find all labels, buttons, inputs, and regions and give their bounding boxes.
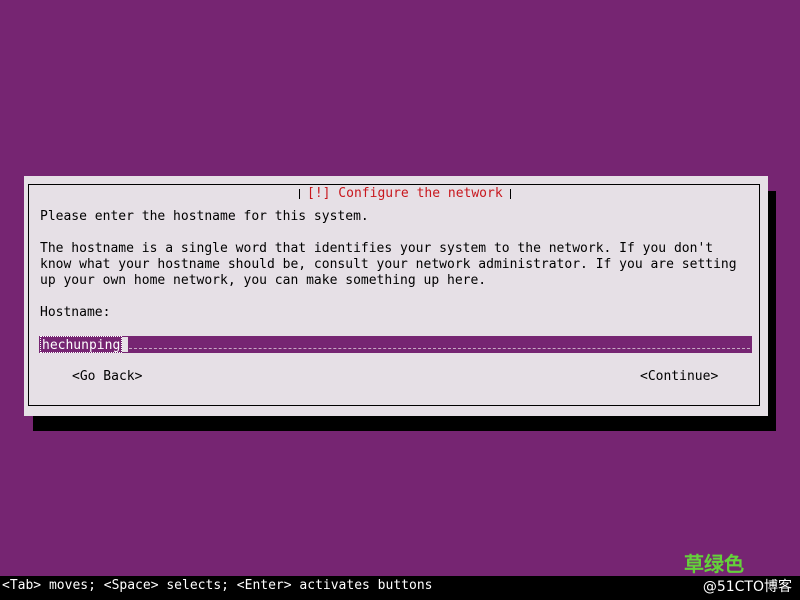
go-back-button[interactable]: <Go Back> [72,368,142,386]
hostname-label: Hostname: [40,305,111,320]
watermark-top-text: 草绿色 [684,552,744,576]
hostname-prompt: Please enter the hostname for this syste… [40,209,369,224]
hostname-input[interactable]: hechunping [39,336,752,353]
dialog-title: [!] Configure the network [299,185,511,203]
installer-screen: [!] Configure the network Please enter t… [0,0,800,600]
keyboard-help-text: <Tab> moves; <Space> selects; <Enter> ac… [2,578,433,593]
text-cursor [122,337,128,352]
configure-network-dialog: [!] Configure the network Please enter t… [24,176,768,416]
hostname-input-value[interactable]: hechunping [40,336,123,353]
input-underline [129,348,750,349]
watermark-bottom-text: @51CTO博客 [702,579,792,595]
continue-button[interactable]: <Continue> [640,368,718,386]
hostname-description: The hostname is a single word that ident… [40,241,737,288]
watermark: 草绿色 @51CTO博客 [672,553,792,595]
